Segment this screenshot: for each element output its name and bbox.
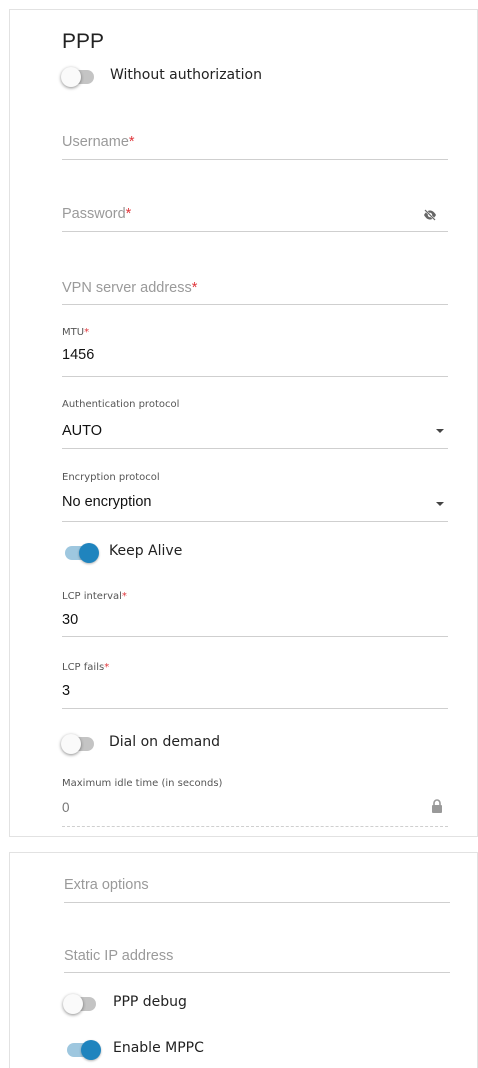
mtu-field[interactable]: MTU* 1456 — [62, 325, 448, 377]
lcp-interval-field[interactable]: LCP interval* 30 — [62, 590, 448, 637]
username-field[interactable]: Username* — [62, 128, 448, 160]
ppp-debug-toggle[interactable] — [63, 994, 96, 1014]
password-field[interactable]: Password* — [62, 200, 448, 232]
mtu-value: 1456 — [62, 347, 95, 363]
encryption-protocol-label: Encryption protocol — [62, 472, 160, 483]
dial-on-demand-toggle[interactable] — [61, 734, 94, 754]
ppp-settings-card: PPP Without authorization Username* Pass… — [9, 9, 478, 837]
vpn-server-address-field[interactable]: VPN server address* — [62, 272, 448, 305]
maximum-idle-time-value: 0 — [62, 800, 70, 815]
password-placeholder: Password* — [62, 206, 132, 222]
eye-off-icon[interactable] — [423, 209, 437, 221]
static-ip-address-field[interactable]: Static IP address — [64, 938, 450, 974]
toggle-knob — [81, 1040, 101, 1060]
field-underline — [62, 376, 448, 377]
toggle-knob — [79, 543, 99, 563]
field-underline — [62, 304, 448, 305]
field-underline — [62, 231, 448, 232]
lcp-fails-field[interactable]: LCP fails* 3 — [62, 661, 448, 709]
lock-icon — [432, 799, 442, 813]
keep-alive-toggle[interactable] — [65, 543, 99, 563]
field-underline — [62, 636, 448, 637]
field-underline — [62, 708, 448, 709]
field-underline — [62, 159, 448, 160]
maximum-idle-time-label: Maximum idle time (in seconds) — [62, 778, 223, 789]
lcp-interval-value: 30 — [62, 612, 79, 628]
field-underline — [62, 448, 448, 449]
extra-options-field[interactable]: Extra options — [64, 867, 450, 903]
field-underline — [62, 826, 448, 827]
vpn-server-address-placeholder: VPN server address* — [62, 280, 198, 296]
chevron-down-icon[interactable] — [436, 429, 444, 433]
field-underline — [62, 521, 448, 522]
encryption-protocol-select[interactable]: Encryption protocol No encryption — [62, 470, 448, 522]
without-authorization-label: Without authorization — [110, 67, 262, 83]
enable-mppc-label: Enable MPPC — [113, 1040, 204, 1056]
toggle-knob — [61, 67, 81, 87]
extra-settings-card: Extra options Static IP address PPP debu… — [9, 852, 478, 1068]
without-authorization-toggle[interactable] — [61, 67, 94, 87]
encryption-protocol-value: No encryption — [62, 494, 152, 510]
keep-alive-label: Keep Alive — [109, 543, 183, 559]
static-ip-address-placeholder: Static IP address — [64, 948, 174, 964]
toggle-knob — [63, 994, 83, 1014]
lcp-fails-value: 3 — [62, 683, 71, 699]
authentication-protocol-value: AUTO — [62, 423, 103, 439]
authentication-protocol-label: Authentication protocol — [62, 399, 180, 410]
enable-mppc-toggle[interactable] — [67, 1040, 101, 1060]
section-title: PPP — [62, 30, 105, 53]
field-underline — [64, 902, 450, 903]
authentication-protocol-select[interactable]: Authentication protocol AUTO — [62, 397, 448, 449]
toggle-knob — [61, 734, 81, 754]
ppp-debug-label: PPP debug — [113, 994, 187, 1010]
chevron-down-icon[interactable] — [436, 502, 444, 506]
field-underline — [64, 972, 450, 973]
username-placeholder: Username* — [62, 134, 135, 150]
lcp-interval-label: LCP interval* — [62, 591, 127, 602]
maximum-idle-time-field: Maximum idle time (in seconds) 0 — [62, 778, 448, 828]
lcp-fails-label: LCP fails* — [62, 662, 110, 673]
mtu-label: MTU* — [62, 327, 90, 338]
dial-on-demand-label: Dial on demand — [109, 734, 220, 750]
extra-options-placeholder: Extra options — [64, 877, 149, 893]
